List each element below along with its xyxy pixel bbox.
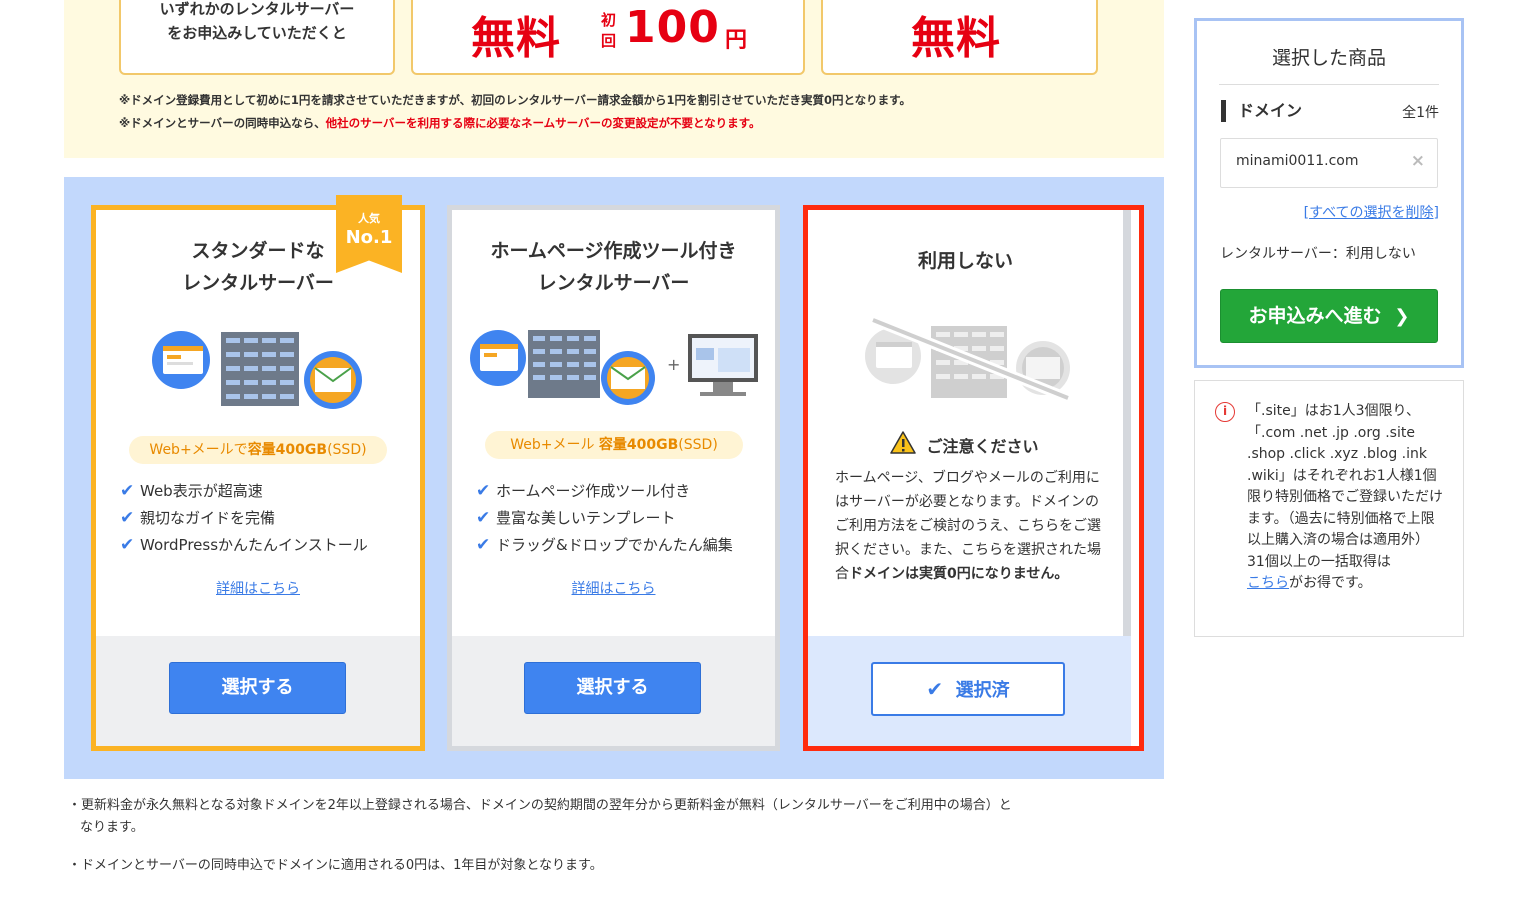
plan-title-line1: ホームページ作成ツール付き	[490, 240, 737, 262]
feature-item: ✔ ドラッグ&ドロップでかんたん編集	[476, 534, 733, 555]
check-icon: ✔	[476, 508, 491, 528]
promo-note-1: ※ドメイン登録費用として初めに1円を請求させていただきますが、初回のレンタルサー…	[119, 93, 911, 107]
capacity-prefix: Web+メールで	[149, 442, 248, 458]
capacity-value: 容量400GB	[598, 437, 679, 453]
panel-title: 選択した商品	[1271, 47, 1386, 69]
server-price: 100	[625, 2, 720, 53]
feature-text: WordPressかんたんインストール	[140, 536, 368, 554]
promo-note-2-highlight: 他社のサーバーを利用する際に必要なネームサーバーの変更設定が不要となります。	[325, 116, 761, 130]
capacity-value: 容量400GB	[247, 442, 328, 458]
check-icon: ✔	[476, 535, 491, 555]
no-server-illustration-icon	[865, 318, 1070, 400]
panel-divider	[1219, 84, 1439, 85]
footnote-renewal-cont: なります。	[80, 820, 144, 835]
feature-item: ✔ ホームページ作成ツール付き	[476, 480, 690, 501]
promo-condition-box: いずれかのレンタルサーバー をお申込みしていただくと	[119, 0, 395, 75]
selected-button[interactable]: ✔ 選択済	[871, 662, 1065, 716]
proceed-button-label: お申込みへ進む	[1248, 305, 1382, 327]
select-standard-button[interactable]: 選択する	[169, 662, 346, 714]
capacity-suffix: (SSD)	[327, 442, 367, 458]
feature-text: Web表示が超高速	[140, 482, 263, 500]
bulk-purchase-link[interactable]: こちら	[1247, 575, 1289, 591]
proceed-button[interactable]: お申込みへ進む ❯	[1220, 289, 1438, 343]
server-with-builder-illustration-icon: +	[470, 330, 758, 405]
promo-free-box: 無料	[821, 0, 1098, 75]
feature-item: ✔ Web表示が超高速	[120, 480, 263, 501]
selected-domain-name: minami0011.com	[1236, 153, 1359, 169]
popular-badge-label: 人気	[358, 212, 380, 225]
first-label-top: 初	[601, 11, 617, 29]
capacity-pill: Web+メール 容量400GB(SSD)	[485, 431, 743, 459]
feature-item: ✔ 豊富な美しいテンプレート	[476, 507, 676, 528]
promo-condition-line1: いずれかのレンタルサーバー	[159, 0, 355, 18]
domain-section-label: ドメイン	[1221, 100, 1302, 122]
check-icon: ✔	[120, 508, 135, 528]
nameserver-free-label: 無料	[911, 13, 1001, 64]
clear-all-link[interactable]: [すべての選択を削除]	[1304, 202, 1439, 222]
promo-note-2: ※ドメインとサーバーの同時申込なら、他社のサーバーを利用する際に必要なネームサー…	[119, 115, 761, 131]
plan-card-footer: 選択する	[452, 636, 775, 746]
svg-text:+: +	[667, 355, 680, 374]
plan-title-line1: スタンダードな	[191, 240, 325, 262]
info-bulk: 31個以上の一括取得は	[1247, 553, 1391, 570]
capacity-pill: Web+メールで容量400GB(SSD)	[129, 436, 387, 464]
selected-domain-item: minami0011.com ×	[1220, 138, 1438, 188]
check-icon: ✔	[120, 535, 135, 555]
yen-label: 円	[725, 28, 748, 53]
domain-count: 全1件	[1402, 105, 1439, 121]
capacity-suffix: (SSD)	[678, 437, 718, 453]
warning-text: ホームページ、ブログやメールのご利用にはサーバーが必要となります。ドメインのご利…	[835, 466, 1105, 586]
selected-items-panel: 選択した商品 ドメイン 全1件 minami0011.com × [すべての選択…	[1194, 18, 1464, 368]
chevron-right-icon: ❯	[1388, 306, 1410, 327]
clear-all-label[interactable]: すべての選択を削除	[1309, 205, 1433, 221]
server-status: レンタルサーバー：利用しない	[1220, 246, 1416, 262]
plan-card-footer: 選択する	[96, 636, 420, 746]
check-icon: ✔	[476, 481, 491, 501]
check-icon: ✔	[926, 677, 944, 701]
plan-card-homepage-tool[interactable]: ホームページ作成ツール付き レンタルサーバー + Web+メール 容量400GB…	[447, 205, 780, 751]
info-body: 「.site」はお1人3個限り、「.com .net .jp .org .sit…	[1247, 403, 1443, 548]
plan-detail-link[interactable]: 詳細はこちら	[452, 578, 775, 598]
selected-button-label: 選択済	[955, 680, 1010, 701]
special-price-info-text: 「.site」はお1人3個限り、「.com .net .jp .org .sit…	[1247, 401, 1447, 595]
promo-price-box: 無料 初 回 100 円	[411, 0, 805, 75]
plan-card-footer: ✔ 選択済	[808, 636, 1131, 746]
plan-title: 利用しない	[917, 250, 1013, 272]
capacity-prefix: Web+メール	[510, 437, 599, 453]
warning-title: ご注意ください	[926, 437, 1039, 456]
feature-item: ✔ 親切なガイドを完備	[120, 507, 275, 528]
plan-card-standard[interactable]: 人気 No.1 スタンダードな レンタルサーバー Web+メールで容量400GB…	[91, 195, 425, 751]
footnote-first-year: ・ドメインとサーバーの同時申込でドメインに適用される0円は、1年目が対象となりま…	[68, 858, 603, 873]
plan-card-no-server[interactable]: 利用しない ご注意ください ホームページ、ブログやメールのご利用にはサーバーが必…	[803, 205, 1144, 751]
select-homepage-tool-button[interactable]: 選択する	[524, 662, 701, 714]
domain-free-label: 無料	[471, 13, 561, 64]
server-illustration-icon	[152, 331, 362, 409]
check-icon: ✔	[120, 481, 135, 501]
promo-note-2-text: ※ドメインとサーバーの同時申込なら、	[119, 116, 326, 130]
feature-text: ドラッグ&ドロップでかんたん編集	[496, 536, 733, 554]
server-plan-selection: 人気 No.1 スタンダードな レンタルサーバー Web+メールで容量400GB…	[64, 177, 1164, 779]
promo-banner: いずれかのレンタルサーバー をお申込みしていただくと 無料 初 回 100 円 …	[64, 0, 1164, 158]
plan-title-line2: レンタルサーバー	[182, 272, 334, 294]
first-label-bottom: 回	[601, 32, 617, 50]
feature-item: ✔ WordPressかんたんインストール	[120, 534, 368, 555]
feature-text: ホームページ作成ツール付き	[496, 482, 691, 500]
feature-text: 親切なガイドを完備	[140, 509, 276, 527]
plan-detail-link[interactable]: 詳細はこちら	[96, 578, 420, 598]
special-price-info-box: i 「.site」はお1人3個限り、「.com .net .jp .org .s…	[1194, 380, 1464, 637]
feature-text: 豊富な美しいテンプレート	[496, 509, 676, 527]
info-bulk-suffix: がお得です。	[1289, 575, 1372, 591]
promo-condition-line2: をお申込みしていただくと	[167, 24, 347, 42]
info-icon: i	[1215, 402, 1235, 422]
warning-emphasis: ドメインは実質0円になりません。	[849, 566, 1069, 582]
footnote-renewal: ・更新料金が永久無料となる対象ドメインを2年以上登録される場合、ドメインの契約期…	[68, 798, 1012, 813]
remove-domain-icon[interactable]: ×	[1411, 151, 1425, 171]
plan-title-line2: レンタルサーバー	[537, 272, 690, 294]
